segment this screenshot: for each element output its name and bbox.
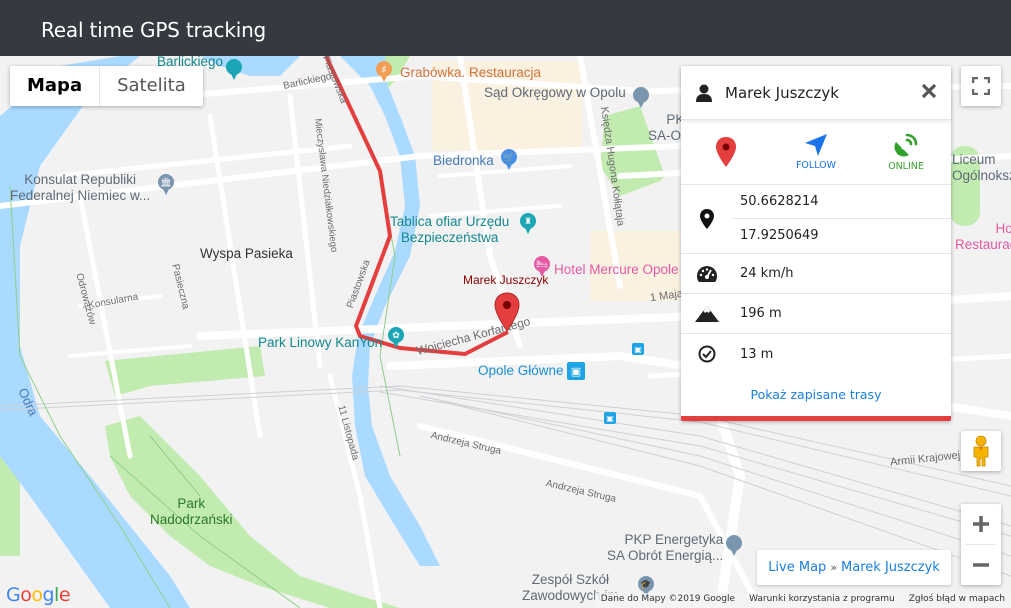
follow-label: FOLLOW <box>795 160 837 171</box>
online-label: ONLINE <box>888 161 924 172</box>
monument-icon[interactable]: ♜ <box>520 213 536 234</box>
online-status-button[interactable]: ONLINE <box>861 120 951 184</box>
map-label-poi: Konsulat Republiki Federalnej Niemiec w..… <box>10 172 151 203</box>
map-data-attribution: Dane do Mapy ©2019 Google <box>600 594 736 604</box>
user-location-marker-icon[interactable] <box>494 292 520 332</box>
map-type-satellite-button[interactable]: Satelita <box>100 66 203 106</box>
accuracy-row: 13 m <box>681 334 951 374</box>
marker-label: Marek Juszczyk <box>463 273 549 287</box>
pegman-icon <box>973 435 989 467</box>
map-attribution: Dane do Mapy ©2019 Google Warunki korzys… <box>594 593 1011 608</box>
map-canvas[interactable]: ♯ 🛒 🏛 ♜ 🛏 ✿ 🎓 ▣ ▣ ▣ Barlickiego Grabówka… <box>0 56 1011 608</box>
map-label-poi: Hotel Mercure Opole <box>554 262 679 277</box>
follow-button[interactable]: FOLLOW <box>771 120 861 184</box>
fullscreen-icon <box>972 77 990 95</box>
river-canal <box>340 56 440 566</box>
latitude-value: 50.6628214 <box>733 185 951 219</box>
map-label-poi: LiceumOgólnokształcąc <box>952 152 1011 183</box>
poi-pin-icon[interactable] <box>726 535 742 556</box>
breadcrumb: Live Map » Marek Juszczyk <box>757 550 951 585</box>
locate-on-map-button[interactable] <box>681 120 771 184</box>
restaurant-icon[interactable]: ♯ <box>376 61 392 82</box>
app-title: Real time GPS tracking <box>41 18 267 42</box>
zoom-out-button[interactable] <box>961 545 1001 585</box>
close-panel-button[interactable] <box>921 82 937 104</box>
report-error-link[interactable]: Zgłoś błąd w mapach <box>909 594 1005 608</box>
mountain-icon <box>695 305 719 322</box>
amusement-park-icon[interactable]: ✿ <box>388 327 404 348</box>
map-type-control: Mapa Satelita <box>10 66 203 106</box>
google-logo[interactable]: Google <box>6 584 71 606</box>
school-icon[interactable]: 🎓 <box>638 576 654 597</box>
location-pin-icon <box>700 209 714 229</box>
map-label-park: Park Nadodrzański <box>150 496 233 527</box>
map-label-poi: PKP Energetyka SA Obrót Energią... <box>607 532 724 563</box>
map-label-poi: Tablica ofiar Urzędu Bezpieczeństwa <box>390 214 510 245</box>
navigation-arrow-icon <box>805 134 827 156</box>
user-icon <box>696 84 712 102</box>
map-type-map-button[interactable]: Mapa <box>10 66 99 106</box>
coordinates-row: 50.6628214 17.9250649 <box>681 185 951 254</box>
map-label-poi: Grabówka. Restauracja <box>400 65 542 80</box>
navbar: Real time GPS tracking <box>0 0 1011 56</box>
map-label-poi: Biedronka <box>433 153 494 168</box>
check-circle-icon <box>698 345 716 363</box>
map-pin-icon <box>716 137 736 167</box>
altitude-row: 196 m <box>681 294 951 334</box>
shopping-cart-icon[interactable]: 🛒 <box>501 149 517 170</box>
breadcrumb-current-link[interactable]: Marek Juszczyk <box>841 560 940 575</box>
government-building-icon[interactable]: 🏛 <box>158 174 174 195</box>
map-label-transit: Opole Główne <box>478 363 564 378</box>
breadcrumb-live-map-link[interactable]: Live Map <box>768 560 826 575</box>
zoom-control <box>961 504 1001 585</box>
show-saved-routes-link[interactable]: Pokaż zapisane trasy <box>681 374 951 416</box>
train-station-icon[interactable]: ▣ <box>567 362 585 380</box>
street-view-pegman-button[interactable] <box>961 431 1001 471</box>
tracked-user-name: Marek Juszczyk <box>725 83 839 102</box>
longitude-value: 17.9250649 <box>740 228 819 243</box>
park-area <box>105 346 265 396</box>
panel-actions: FOLLOW ONLINE <box>681 120 951 185</box>
altitude-value: 196 m <box>740 306 782 321</box>
map-label-poi: Sąd Okręgowy w Opolu <box>484 85 626 100</box>
fullscreen-button[interactable] <box>961 66 1001 106</box>
breadcrumb-separator: » <box>830 561 838 574</box>
close-icon <box>921 83 937 98</box>
zoom-in-button[interactable] <box>961 504 1001 544</box>
accuracy-value: 13 m <box>740 346 774 362</box>
map-label-area: Wyspa Pasieka <box>200 246 293 261</box>
plus-icon <box>973 516 989 532</box>
map-label-poi: HotelRestauracja <box>955 221 1011 252</box>
panel-header: Marek Juszczyk <box>681 66 951 120</box>
satellite-dish-icon <box>894 133 918 157</box>
minus-icon <box>973 563 989 567</box>
tracker-info-panel: Marek Juszczyk FOLLOW ONLINE 50.6628214 … <box>681 66 951 421</box>
bus-stop-icon[interactable]: ▣ <box>632 343 644 355</box>
speedometer-icon <box>697 265 717 282</box>
terms-of-use-link[interactable]: Warunki korzystania z programu <box>749 594 895 608</box>
poi-pin-icon[interactable] <box>633 87 649 108</box>
speed-value: 24 km/h <box>740 266 794 281</box>
hotel-icon[interactable]: 🛏 <box>534 256 550 277</box>
poi-pin-icon[interactable] <box>226 59 242 80</box>
speed-row: 24 km/h <box>681 254 951 294</box>
bus-stop-icon[interactable]: ▣ <box>604 412 616 424</box>
map-label-poi: Park Linowy KanYon <box>258 335 383 350</box>
